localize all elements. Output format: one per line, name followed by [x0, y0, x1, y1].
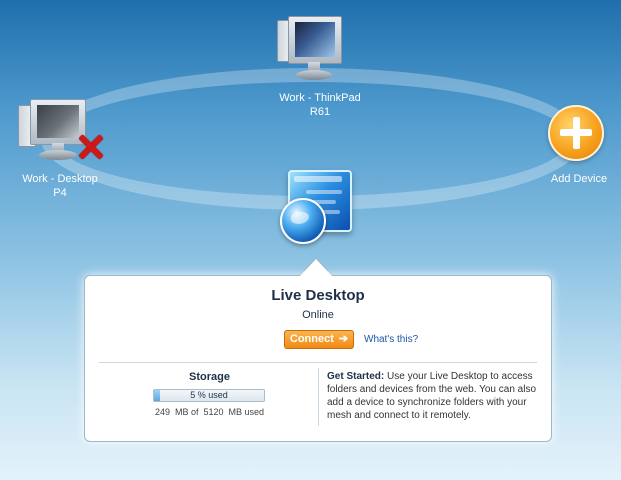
live-desktop-panel: Live Desktop Online Connect ➔ What's this… — [84, 275, 552, 442]
device-label-thinkpad[interactable]: Work - ThinkPad R61 — [262, 91, 378, 119]
device-label-desktop[interactable]: Work - Desktop P4 — [4, 172, 116, 200]
storage-progress-bar: 5 % used — [153, 389, 265, 402]
connect-label: Connect — [289, 333, 334, 345]
device-thinkpad[interactable] — [270, 10, 360, 90]
computer-icon — [288, 16, 342, 64]
get-started-text: Get Started: Use your Live Desktop to ac… — [327, 370, 542, 422]
connect-button[interactable]: Connect ➔ — [284, 330, 354, 349]
storage-title: Storage — [189, 371, 230, 383]
add-plus-icon[interactable] — [548, 105, 604, 161]
divider — [99, 362, 537, 363]
vertical-divider — [318, 368, 319, 426]
storage-progress-label: 5 % used — [190, 390, 228, 400]
red-x-icon — [77, 133, 105, 161]
panel-title: Live Desktop — [271, 287, 365, 304]
add-device-label[interactable]: Add Device — [542, 172, 616, 186]
get-started-lead: Get Started: — [327, 371, 385, 382]
device-desktop[interactable] — [14, 93, 106, 168]
live-desktop-globe-icon[interactable] — [280, 168, 360, 248]
storage-usage-text: 249 MB of 5120 MB used — [155, 407, 265, 417]
arrow-right-icon: ➔ — [338, 333, 349, 345]
status-text: Online — [302, 309, 334, 321]
whats-this-link[interactable]: What's this? — [364, 334, 418, 345]
